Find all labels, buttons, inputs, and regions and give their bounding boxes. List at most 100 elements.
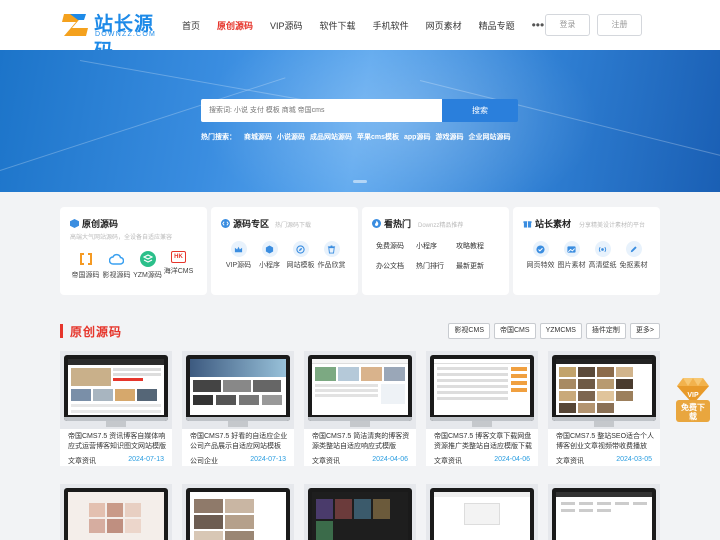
gift-icon — [523, 221, 532, 228]
source-card[interactable] — [182, 484, 294, 540]
section-accent-bar — [60, 324, 63, 338]
card-link-label: 网站模板 — [286, 262, 315, 269]
imac-frame — [186, 355, 290, 421]
card-link[interactable]: HK 海洋CMS — [163, 251, 194, 280]
card-link[interactable]: 作品欣赏 — [316, 241, 347, 270]
card-link[interactable]: 小程序 — [254, 241, 285, 270]
hot-search-item[interactable]: 成品网站源码 — [310, 132, 352, 142]
source-category[interactable]: 文章资讯 — [68, 456, 96, 466]
hot-search-item[interactable]: 商城源码 — [244, 132, 272, 142]
search-button[interactable]: 搜索 — [442, 99, 518, 122]
section-tag-movie-cms[interactable]: 影视CMS — [448, 323, 490, 339]
hot-tag[interactable]: 免费源码 — [376, 241, 416, 251]
card-original-source: 原创源码 高端大气网站源码，全设备自适应兼容 帝国源码 影视源码 YZM源码 H… — [60, 207, 207, 295]
hot-search-item[interactable]: 小说源码 — [277, 132, 305, 142]
source-thumbnail[interactable] — [182, 484, 294, 540]
card-link[interactable]: 免抠素材 — [618, 241, 649, 270]
source-thumbnail[interactable] — [426, 351, 538, 429]
nav-software[interactable]: 软件下载 — [320, 19, 356, 32]
card-link[interactable]: 网页特效 — [525, 241, 556, 270]
card-title-text: 站长素材 — [535, 219, 572, 229]
source-card[interactable] — [548, 484, 660, 540]
cloud-icon — [109, 251, 125, 267]
source-card[interactable]: 帝国CMS7.5 整站SEO适合个人博客创业文章视频带收费播放 文章资讯 202… — [548, 351, 660, 466]
section-tag-yzmcms[interactable]: YZMCMS — [539, 323, 582, 339]
card-link[interactable]: 图片素材 — [556, 241, 587, 270]
source-thumbnail[interactable] — [60, 351, 172, 429]
card-link-label: VIP源码 — [225, 262, 252, 269]
nav-original-source[interactable]: 原创源码 — [217, 19, 253, 32]
search-input[interactable] — [201, 99, 442, 122]
source-thumbnail[interactable] — [304, 484, 416, 540]
card-link[interactable]: 高清壁纸 — [587, 241, 618, 270]
card-link[interactable]: VIP源码 — [223, 241, 254, 270]
imac-stand — [350, 421, 370, 427]
source-thumbnail[interactable] — [426, 484, 538, 540]
hot-search-item[interactable]: app源码 — [404, 132, 430, 142]
card-link[interactable]: 影视源码 — [101, 251, 132, 280]
source-title[interactable]: 帝国CMS7.5 整站SEO适合个人博客创业文章视频带收费播放 — [556, 432, 656, 452]
source-category[interactable]: 文章资讯 — [556, 456, 584, 466]
hero-banner: 搜索 热门搜索： 商城源码 小说源码 成品网站源码 苹果cms模板 app源码 … — [0, 50, 720, 192]
source-card[interactable] — [304, 484, 416, 540]
card-title[interactable]: 站长素材 — [523, 217, 571, 230]
source-thumbnail[interactable] — [548, 351, 660, 429]
source-card[interactable] — [60, 484, 172, 540]
nav-mobile-software[interactable]: 手机软件 — [373, 19, 409, 32]
section-tag-plugin[interactable]: 插件定制 — [585, 323, 626, 339]
card-hot: 看热门 Downzz精品推荐 免费源码 小程序 攻略教程 办公文档 热门排行 最… — [362, 207, 509, 295]
card-icon-row: 网页特效 图片素材 高清壁纸 免抠素材 — [525, 241, 649, 270]
source-category[interactable]: 公司企业 — [190, 456, 218, 466]
section-more-link[interactable]: 更多> — [629, 323, 660, 339]
vip-free-download-badge[interactable]: VIP 免费下载 — [676, 376, 710, 426]
nav-topics[interactable]: 精品专题 — [479, 19, 515, 32]
source-thumbnail[interactable] — [60, 484, 172, 540]
carousel-dot[interactable] — [353, 180, 367, 183]
source-title[interactable]: 帝国CMS7.5 博客文章下载网盘资源推广类整站自适应模版下载 — [434, 432, 534, 452]
hot-tag[interactable]: 办公文档 — [376, 261, 416, 271]
source-thumbnail[interactable] — [304, 351, 416, 429]
source-card[interactable]: 帝国CMS7.5 简洁清爽的博客资源类整站自适应响应式模版 文章资讯 2024-… — [304, 351, 416, 466]
nav-web-assets[interactable]: 网页素材 — [426, 19, 462, 32]
source-category[interactable]: 文章资讯 — [434, 456, 462, 466]
source-category[interactable]: 文章资讯 — [312, 456, 340, 466]
source-title[interactable]: 帝国CMS7.5 好看的自适应企业公司产品展示自适应网站模板 — [190, 432, 290, 452]
card-link[interactable]: 网站模板 — [285, 241, 316, 270]
source-card[interactable]: 帝国CMS7.5 好看的自适应企业公司产品展示自适应网站模板 公司企业 2024… — [182, 351, 294, 466]
source-thumbnail[interactable] — [182, 351, 294, 429]
site-screenshot — [434, 359, 530, 415]
code-icon — [221, 219, 230, 228]
nav-home[interactable]: 首页 — [182, 19, 200, 32]
nav-more-icon[interactable]: ••• — [532, 18, 545, 32]
source-title[interactable]: 帝国CMS7.5 简洁清爽的博客资源类整站自适应响应式模版 — [312, 432, 412, 452]
card-link[interactable]: YZM源码 — [132, 251, 163, 280]
hot-tag[interactable]: 热门排行 — [416, 261, 456, 271]
hot-search-item[interactable]: 企业网站源码 — [468, 132, 510, 142]
source-thumbnail[interactable] — [548, 484, 660, 540]
section-tag-empire-cms[interactable]: 帝国CMS — [494, 323, 536, 339]
site-logo[interactable]: 站长源码 DOWNZZ.COM — [60, 8, 168, 62]
card-title[interactable]: 原创源码 — [70, 217, 118, 230]
nav-vip-source[interactable]: VIP源码 — [270, 19, 303, 32]
card-icon-row: VIP源码 小程序 网站模板 作品欣赏 — [223, 241, 347, 270]
register-button[interactable]: 注册 — [597, 14, 642, 36]
card-link-label: 网页特效 — [526, 262, 555, 269]
card-link-label: 作品欣赏 — [317, 262, 346, 269]
source-card[interactable]: 帝国CMS7.5 博客文章下载网盘资源推广类整站自适应模版下载 文章资讯 202… — [426, 351, 538, 466]
card-link-label: 高清壁纸 — [588, 262, 617, 269]
card-title[interactable]: 源码专区 — [221, 217, 269, 230]
hot-tag[interactable]: 小程序 — [416, 241, 456, 251]
card-title[interactable]: 看热门 — [372, 217, 411, 230]
login-button[interactable]: 登录 — [545, 14, 590, 36]
hot-search-item[interactable]: 苹果cms模板 — [357, 132, 399, 142]
hot-search-item[interactable]: 游戏源码 — [435, 132, 463, 142]
hot-tag[interactable]: 最新更新 — [456, 261, 496, 271]
source-card[interactable] — [426, 484, 538, 540]
source-title[interactable]: 帝国CMS7.5 资讯博客自媒体响应式运营博客知识图文网站模版 — [68, 432, 168, 452]
check-icon — [532, 241, 549, 257]
source-date: 2024-04-06 — [494, 456, 530, 463]
imac-frame — [64, 488, 168, 540]
source-card[interactable]: 帝国CMS7.5 资讯博客自媒体响应式运营博客知识图文网站模版 文章资讯 202… — [60, 351, 172, 466]
card-link[interactable]: 帝国源码 — [70, 251, 101, 280]
hot-tag[interactable]: 攻略教程 — [456, 241, 496, 251]
